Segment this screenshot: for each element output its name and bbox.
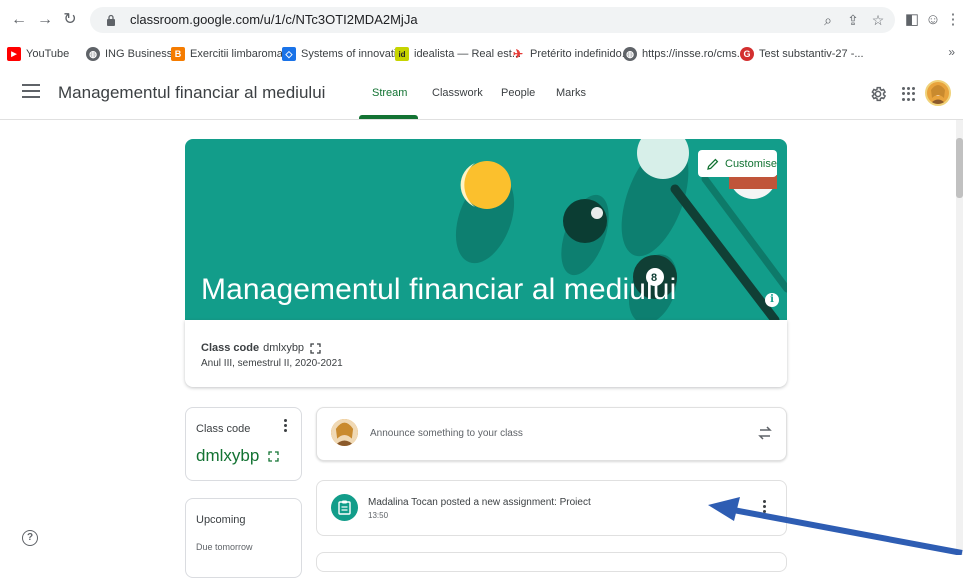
class-code-value: dmlxybp	[263, 342, 305, 354]
help-icon[interactable]: ?	[22, 530, 38, 546]
post-timestamp: 13:50	[368, 511, 389, 520]
browser-menu-icon[interactable]: ⋮	[944, 10, 962, 30]
bookmark-systems[interactable]: ◇ Systems of innovati...	[282, 46, 406, 62]
reload-icon[interactable]: ↻	[61, 10, 79, 30]
bookmark-preterito[interactable]: ✈ Pretérito indefinido...	[511, 46, 631, 62]
class-code-card-value: dmlxybp	[196, 446, 279, 466]
bookmark-insse[interactable]: ◍ https://insse.ro/cms...	[623, 46, 746, 62]
bookmarks-overflow[interactable]: »	[948, 45, 955, 59]
upcoming-card: Upcoming Due tomorrow	[185, 498, 302, 578]
gear-icon[interactable]	[869, 85, 887, 103]
fullscreen-icon[interactable]	[268, 450, 279, 462]
class-code-line: Class code dmlxybp	[201, 342, 321, 354]
bookmark-idealista[interactable]: id idealista — Real est...	[395, 46, 521, 62]
stream-post[interactable]	[316, 552, 787, 572]
upcoming-title: Upcoming	[196, 514, 246, 526]
globe-icon: ◍	[623, 47, 637, 61]
scroll-thumb[interactable]	[956, 138, 963, 198]
apps-grid-icon[interactable]	[902, 87, 916, 101]
class-title[interactable]: Managementul financiar al mediului	[58, 83, 325, 103]
announce-box[interactable]: Announce something to your class	[316, 407, 787, 461]
info-icon[interactable]: i	[765, 293, 779, 307]
back-icon[interactable]: ←	[10, 10, 28, 30]
bookmark-youtube[interactable]: ▶ YouTube	[7, 46, 69, 62]
classroom-header: Managementul financiar al mediului Strea…	[0, 69, 963, 120]
plane-icon: ✈	[512, 47, 524, 61]
page-scrollbar[interactable]	[956, 120, 963, 555]
tab-marks[interactable]: Marks	[556, 87, 586, 99]
class-code-card-label: Class code	[196, 423, 251, 435]
fullscreen-icon[interactable]	[310, 342, 321, 354]
g-icon: G	[740, 47, 754, 61]
youtube-icon: ▶	[7, 47, 21, 61]
zoom-icon[interactable]: ⌕	[819, 10, 837, 30]
announce-placeholder: Announce something to your class	[370, 428, 523, 439]
tab-stream[interactable]: Stream	[372, 87, 407, 99]
tab-people[interactable]: People	[501, 87, 535, 99]
share-icon[interactable]: ⇪	[844, 10, 862, 30]
profile-icon[interactable]: ☺	[924, 10, 942, 30]
side-panel-icon[interactable]: ◧	[903, 10, 921, 30]
class-section: Anul III, semestrul II, 2020-2021	[201, 358, 343, 369]
globe-icon: ◍	[86, 47, 100, 61]
class-info-panel: Class code dmlxybp Anul III, semestrul I…	[185, 320, 787, 387]
bookmark-test[interactable]: G Test substantiv-27 -...	[740, 46, 864, 62]
more-options-icon[interactable]	[282, 419, 288, 435]
url-text: classroom.google.com/u/1/c/NTc3OTI2MDA2M…	[130, 12, 418, 27]
tab-classwork[interactable]: Classwork	[432, 87, 483, 99]
idealista-icon: id	[395, 47, 409, 61]
class-code-card: Class code dmlxybp	[185, 407, 302, 481]
upcoming-due: Due tomorrow	[196, 542, 253, 552]
star-icon[interactable]: ☆	[869, 10, 887, 30]
avatar[interactable]	[925, 80, 951, 106]
assignment-icon	[331, 494, 358, 521]
lock-icon	[107, 14, 115, 26]
customise-button[interactable]: Customise	[698, 150, 777, 177]
active-tab-indicator	[359, 115, 418, 119]
pencil-icon	[707, 158, 719, 170]
forward-icon[interactable]: →	[36, 10, 54, 30]
bookmark-exercitii[interactable]: B Exercitii limbaroma...	[171, 46, 292, 62]
diamond-icon: ◇	[282, 47, 296, 61]
browser-toolbar: ← → ↻ classroom.google.com/u/1/c/NTc3OTI…	[0, 0, 963, 40]
post-title: Madalina Tocan posted a new assignment: …	[368, 497, 591, 508]
banner-title: Managementul financiar al mediului	[201, 273, 677, 306]
repost-icon[interactable]	[757, 424, 773, 442]
hamburger-menu-icon[interactable]	[22, 84, 40, 100]
class-banner: 8 Managementul financiar al mediului Cus…	[185, 139, 787, 320]
blogger-icon: B	[171, 47, 185, 61]
browser-chrome: ← → ↻ classroom.google.com/u/1/c/NTc3OTI…	[0, 0, 963, 69]
avatar	[331, 419, 358, 446]
bookmarks-bar: ▶ YouTube ◍ ING Business B Exercitii limbar…	[0, 40, 963, 68]
annotation-arrow	[708, 497, 963, 555]
address-bar[interactable]: classroom.google.com/u/1/c/NTc3OTI2MDA2M…	[90, 7, 895, 33]
bookmark-ing[interactable]: ◍ ING Business	[86, 46, 172, 62]
